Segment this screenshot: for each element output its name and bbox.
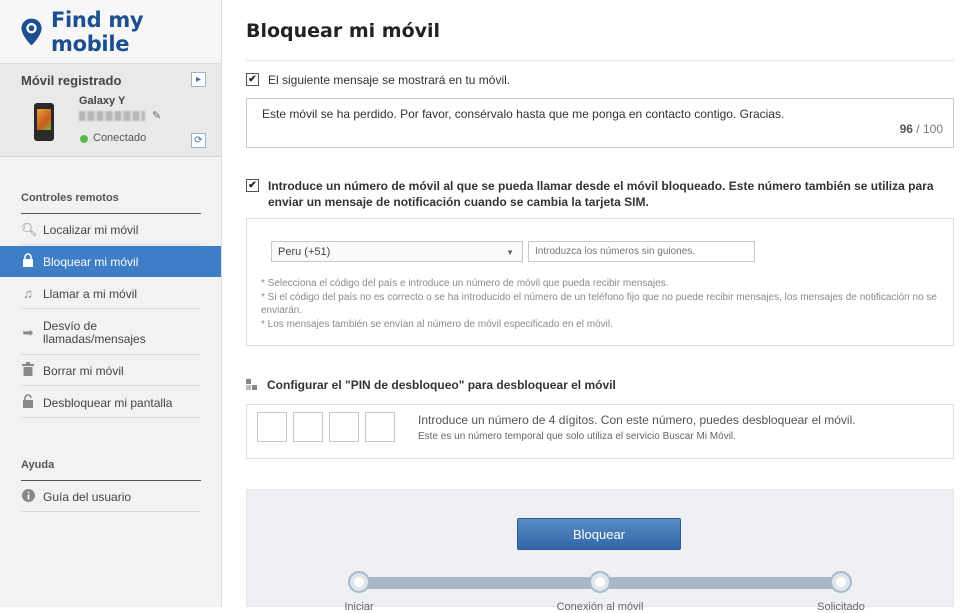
app-logo[interactable]: Find my mobile [0, 0, 221, 64]
step-label-requested: Solicitado [817, 601, 865, 613]
main-content: Bloquear mi móvil ✔ El siguiente mensaje… [246, 0, 954, 613]
pin-section-title: Configurar el "PIN de desbloqueo" para d… [267, 378, 616, 392]
nav-label: Desvío de llamadas/mensajes [43, 318, 146, 346]
note-country-code: * Selecciona el código del país e introd… [261, 278, 669, 289]
pin-digit-4[interactable] [365, 412, 395, 442]
contact-number-label: Introduce un número de móvil al que se p… [268, 179, 934, 209]
phone-number-input[interactable] [528, 241, 755, 262]
phone-thumbnail-icon [34, 103, 54, 141]
pin-digit-1[interactable] [257, 412, 287, 442]
nav-call-forwarding[interactable]: ➡ Desvío de llamadas/mensajes [0, 310, 221, 355]
device-model: Galaxy Y [79, 95, 126, 107]
country-selected: Peru (+51) [278, 246, 331, 258]
step-dot-requested [830, 571, 852, 593]
step-dot-connect [589, 571, 611, 593]
pin-digit-2[interactable] [293, 412, 323, 442]
nav-label: Desbloquear mi pantalla [43, 395, 173, 410]
nav-call-phone[interactable]: ♫ Llamar a mi móvil [0, 278, 221, 309]
nav-label: Localizar mi móvil [43, 222, 139, 237]
message-textarea[interactable]: Este móvil se ha perdido. Por favor, con… [246, 98, 954, 148]
pin-section-icon [246, 379, 257, 390]
show-message-checkbox[interactable]: ✔ [246, 73, 259, 86]
show-message-label: El siguiente mensaje se mostrará en tu m… [268, 73, 511, 87]
nav-label: Borrar mi móvil [43, 363, 124, 378]
sidebar: Find my mobile Móvil registrado ▸ Galaxy… [0, 0, 222, 607]
registered-device-title: Móvil registrado [21, 73, 122, 88]
nav-label: Bloquear mi móvil [43, 254, 139, 269]
unlock-icon [21, 394, 35, 411]
nav-lock-phone[interactable]: Bloquear mi móvil [0, 246, 221, 277]
step-label-start: Iniciar [344, 601, 374, 613]
pin-subtext: Este es un número temporal que solo util… [418, 431, 736, 442]
note-messages-sent: * Los mensajes también se envían al núme… [261, 319, 613, 330]
arrow-right-icon: ➡ [22, 324, 34, 340]
country-code-select[interactable]: Peru (+51) ▼ [271, 241, 523, 262]
nav-label: Llamar a mi móvil [43, 286, 138, 301]
message-text: Este móvil se ha perdido. Por favor, con… [262, 107, 785, 121]
refresh-icon[interactable]: ⟳ [191, 133, 206, 148]
note-invalid-number: * Si el código del país no es correcto o… [261, 292, 937, 316]
music-note-icon: ♫ [23, 286, 33, 301]
contact-number-checkbox[interactable]: ✔ [246, 179, 259, 192]
info-icon [21, 488, 35, 505]
nav-locate-phone[interactable]: 🔍︎ Localizar mi móvil [0, 214, 221, 245]
nav-label: Guía del usuario [43, 489, 132, 504]
nav-unlock-screen[interactable]: Desbloquear mi pantalla [0, 387, 221, 418]
device-status: Conectado [93, 132, 147, 144]
help-heading: Ayuda [21, 459, 55, 471]
trash-icon [21, 362, 35, 379]
edit-pencil-icon[interactable]: ✎ [152, 109, 161, 122]
status-dot-icon [80, 135, 88, 143]
nav-wipe-phone[interactable]: Borrar mi móvil [0, 355, 221, 386]
remote-controls-heading: Controles remotos [21, 192, 119, 204]
chevron-down-icon: ▼ [506, 248, 514, 257]
device-number-redacted [79, 111, 145, 121]
registered-device-panel: Móvil registrado ▸ Galaxy Y ✎ Conectado … [0, 64, 221, 157]
lock-icon [21, 253, 35, 270]
page-title: Bloquear mi móvil [246, 20, 441, 42]
lock-button[interactable]: Bloquear [517, 518, 681, 550]
pin-instruction: Introduce un número de 4 dígitos. Con es… [418, 413, 856, 427]
char-counter: 96 / 100 [899, 122, 943, 136]
app-title: Find my mobile [50, 7, 144, 56]
pin-digit-3[interactable] [329, 412, 359, 442]
search-icon: 🔍︎ [21, 221, 38, 237]
step-label-connect: Conexión al móvil [556, 601, 644, 613]
title-divider [246, 60, 954, 61]
location-pin-icon [21, 18, 42, 45]
device-expand-arrow-icon[interactable]: ▸ [191, 72, 206, 87]
nav-user-guide[interactable]: Guía del usuario [0, 481, 221, 512]
step-dot-start [348, 571, 370, 593]
